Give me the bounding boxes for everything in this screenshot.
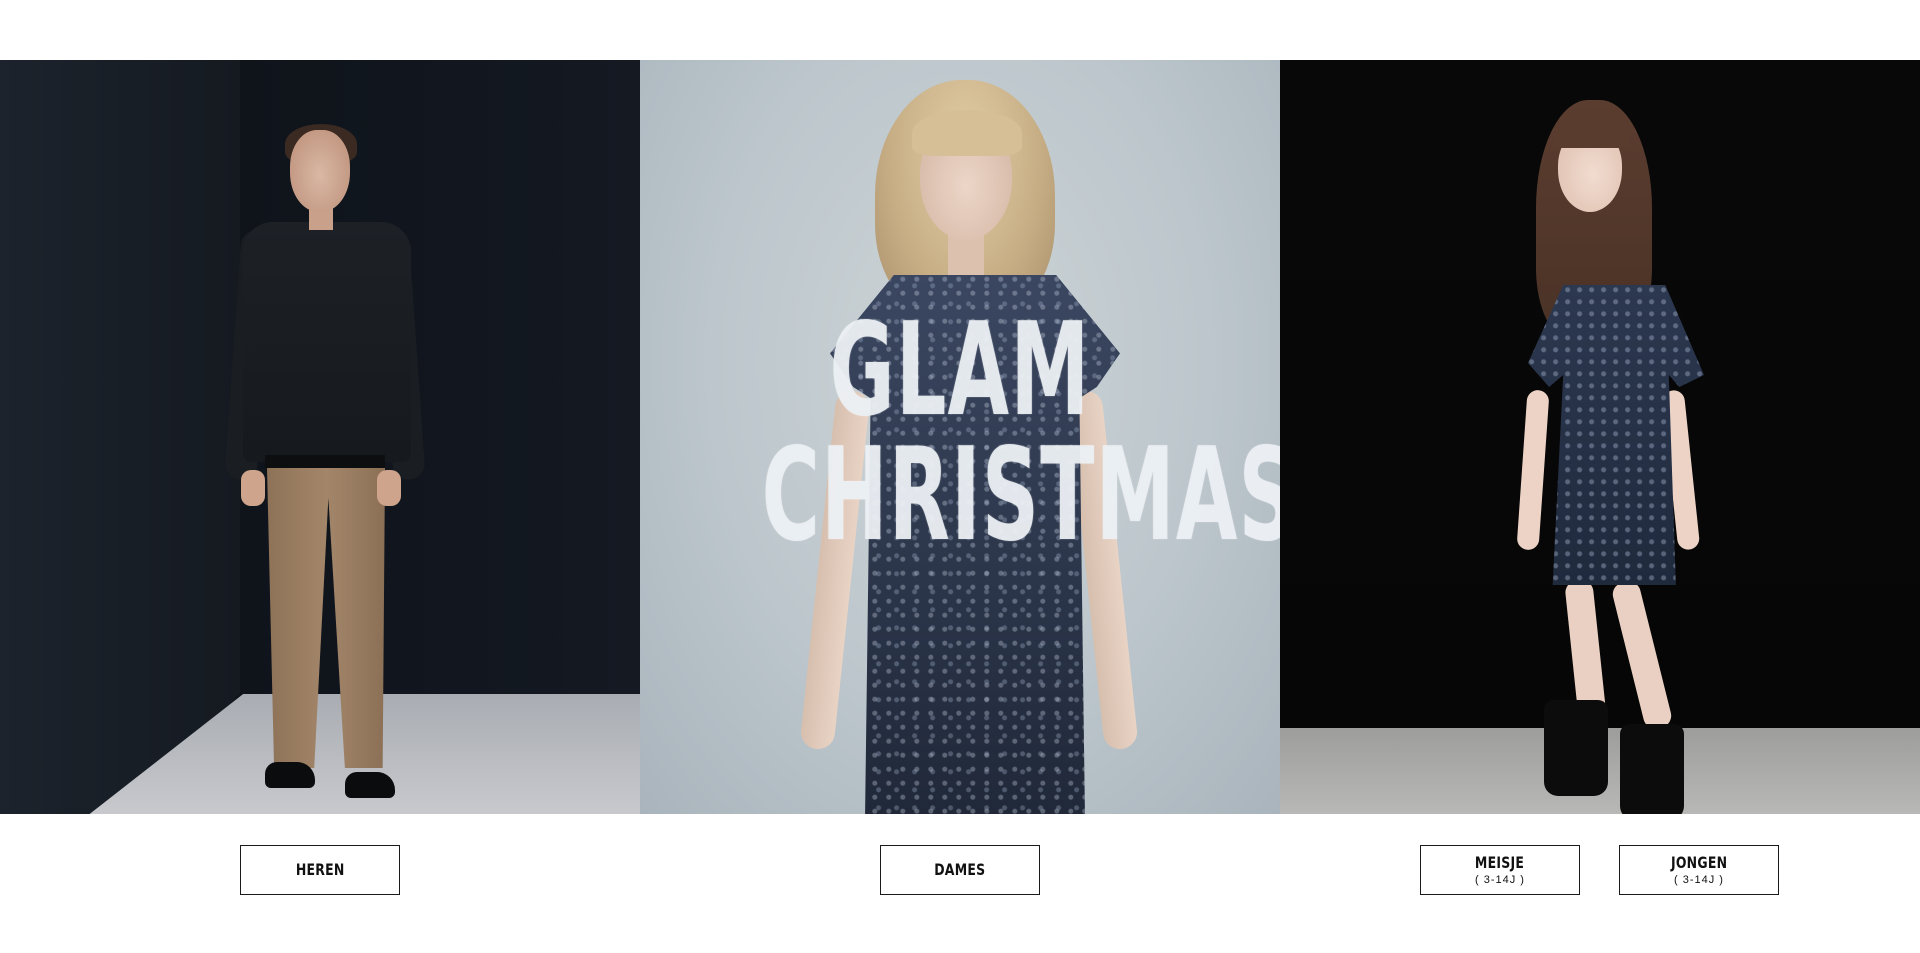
model-bangs: [912, 110, 1022, 156]
kids-photo[interactable]: [1280, 60, 1920, 814]
model-leg-right: [1610, 578, 1674, 732]
jongen-button-label: JONGEN: [1670, 852, 1728, 872]
model-hand-right: [377, 470, 401, 506]
jongen-button[interactable]: JONGEN ( 3-14J ): [1619, 845, 1779, 895]
model-arm-left: [1516, 389, 1550, 551]
dames-button-label: DAMES: [934, 860, 986, 879]
hero-banner: GLAM CHRISTMAS: [0, 60, 1920, 814]
meisje-button[interactable]: MEISJE ( 3-14J ): [1420, 845, 1580, 895]
model-shoe-left: [265, 762, 315, 788]
men-photo-wall: [0, 60, 240, 814]
model-boot-right: [1620, 724, 1684, 814]
model-shirt: [243, 222, 411, 462]
heren-button[interactable]: HEREN: [240, 845, 400, 895]
headline-line-1: GLAM: [829, 296, 1091, 445]
headline-line-2: CHRISTMAS: [761, 421, 1280, 571]
model-pants: [267, 468, 385, 768]
model-hand-left: [241, 470, 265, 506]
model-shoe-right: [345, 772, 395, 798]
model-head: [290, 130, 350, 212]
male-model-figure: [224, 124, 435, 798]
jongen-age-range: ( 3-14J ): [1674, 873, 1724, 886]
model-boot-left: [1544, 700, 1608, 796]
girl-model-figure: [1510, 100, 1710, 814]
heren-button-label: HEREN: [295, 860, 345, 879]
model-belt: [265, 455, 385, 469]
model-bangs: [1554, 118, 1628, 148]
meisje-button-label: MEISJE: [1475, 852, 1525, 872]
campaign-headline: GLAM CHRISTMAS: [761, 296, 1280, 571]
women-photo[interactable]: GLAM CHRISTMAS: [640, 60, 1280, 814]
men-photo[interactable]: [0, 60, 640, 814]
dames-button[interactable]: DAMES: [880, 845, 1040, 895]
meisje-age-range: ( 3-14J ): [1475, 873, 1525, 886]
